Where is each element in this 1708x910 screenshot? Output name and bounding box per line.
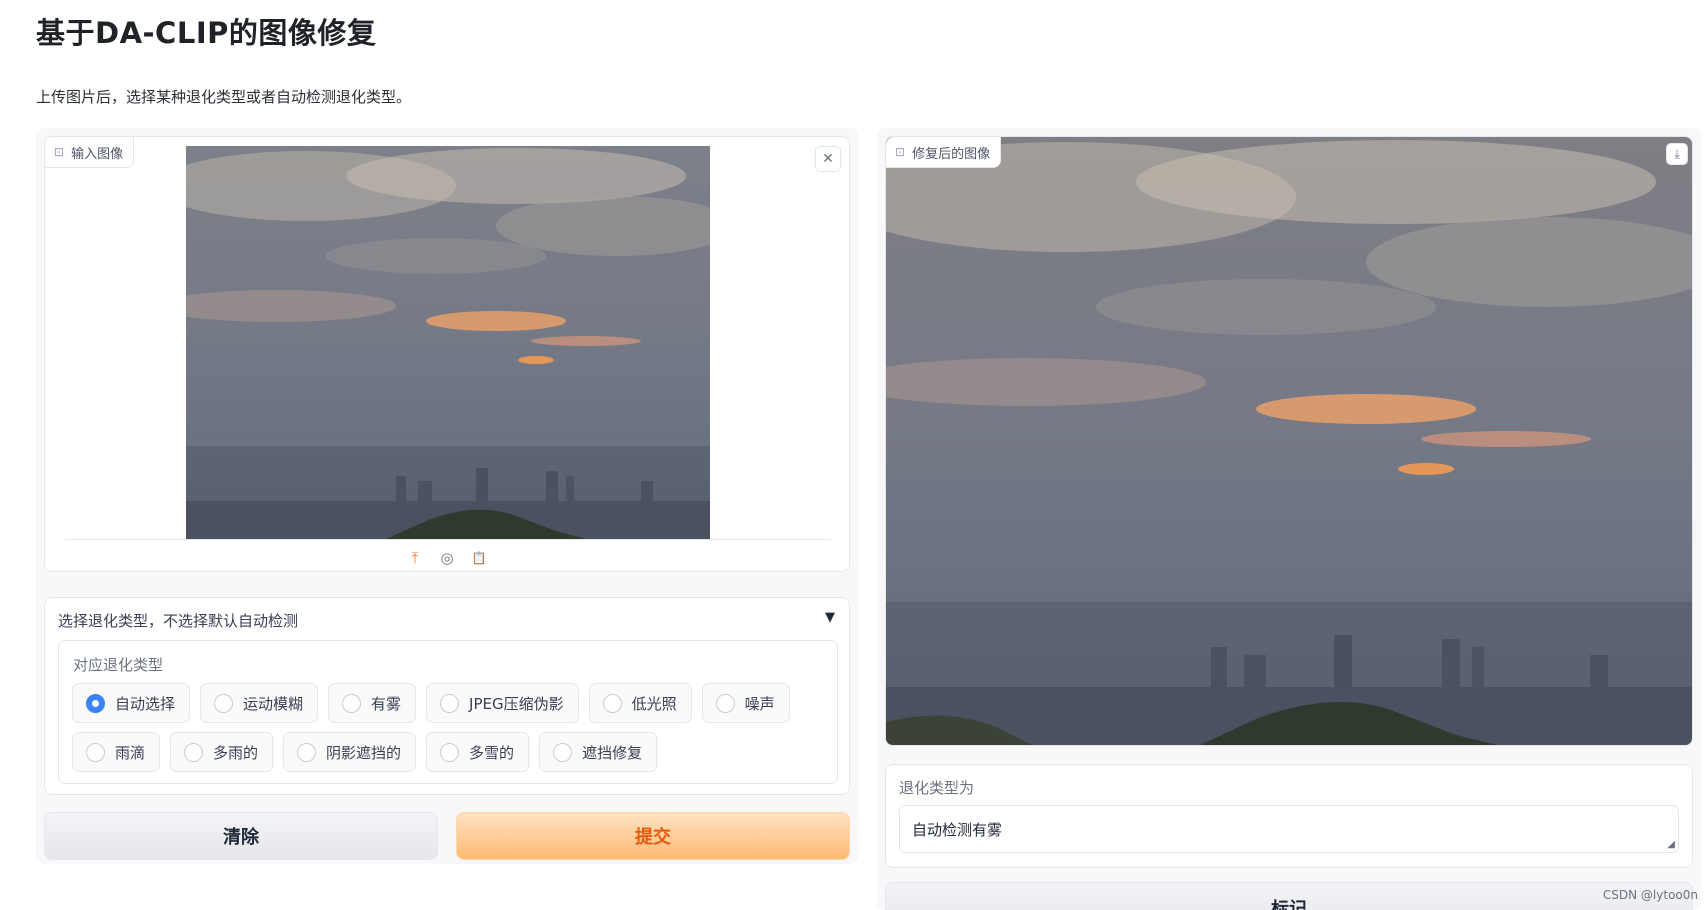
radio-row-1: 自动选择 运动模糊 有雾 JPEG压缩伪影 低光照 噪声: [72, 683, 790, 723]
input-image: [186, 146, 710, 539]
radio-option-jpeg[interactable]: JPEG压缩伪影: [426, 683, 579, 723]
degradation-accordion: 选择退化类型，不选择默认自动检测 ▼ 对应退化类型 自动选择 运动模糊 有雾 J…: [44, 597, 850, 795]
result-textbox[interactable]: 自动检测有雾 ◢: [899, 805, 1679, 853]
output-column: ⊡ 修复后的图像 ⤓ 退化类型为 自动检测有雾 ◢ 标记: [877, 128, 1701, 910]
input-column: ⊡ 输入图像 ✕ ⤒ ◎ 📋 选择退化类型，不选择默认自动检测 ▼ 对应退化类型…: [36, 128, 858, 864]
radio-option-label: 遮挡修复: [582, 743, 643, 762]
radio-icon[interactable]: [553, 742, 573, 762]
radio-option-label: 自动选择: [115, 694, 176, 713]
clipboard-icon[interactable]: 📋: [470, 549, 488, 567]
radio-option-label: 噪声: [744, 694, 775, 713]
radio-option-label: 雨滴: [115, 743, 146, 762]
radio-icon[interactable]: [184, 742, 204, 762]
output-image-label: ⊡ 修复后的图像: [886, 137, 1002, 168]
radio-icon[interactable]: [440, 693, 460, 713]
input-image-panel[interactable]: ⊡ 输入图像 ✕ ⤒ ◎ 📋: [44, 136, 850, 572]
degradation-radio-group: 对应退化类型 自动选择 运动模糊 有雾 JPEG压缩伪影 低光照 噪声 雨滴 多…: [58, 640, 838, 784]
result-panel: 退化类型为 自动检测有雾 ◢: [885, 764, 1693, 868]
radio-icon[interactable]: [86, 742, 105, 762]
radio-option-shadowed[interactable]: 阴影遮挡的: [283, 732, 417, 772]
accordion-header[interactable]: 选择退化类型，不选择默认自动检测: [58, 610, 298, 631]
radio-icon[interactable]: [342, 693, 362, 713]
radio-option-motion-blur[interactable]: 运动模糊: [200, 683, 319, 723]
radio-checked-icon[interactable]: [86, 693, 105, 713]
radio-icon[interactable]: [214, 693, 234, 713]
radio-option-label: 多雨的: [213, 743, 259, 762]
radio-icon[interactable]: [440, 742, 460, 762]
input-image-label-text: 输入图像: [71, 146, 124, 162]
output-image-label-text: 修复后的图像: [912, 146, 991, 162]
output-image-panel: ⊡ 修复后的图像 ⤓: [885, 136, 1693, 746]
webcam-icon[interactable]: ◎: [438, 549, 456, 567]
radio-option-auto[interactable]: 自动选择: [72, 683, 191, 723]
radio-option-label: 多雪的: [469, 743, 515, 762]
watermark: CSDN @lytoo0n: [1602, 888, 1698, 902]
page-title: 基于DA-CLIP的图像修复: [36, 16, 377, 50]
radio-option-snowy[interactable]: 多雪的: [426, 732, 530, 772]
download-button[interactable]: ⤓: [1666, 143, 1688, 165]
flag-button[interactable]: 标记: [885, 882, 1693, 910]
download-icon: ⤓: [1674, 146, 1680, 161]
image-divider: [65, 539, 831, 540]
close-icon: ✕: [822, 151, 834, 167]
result-label: 退化类型为: [899, 779, 975, 797]
output-image: [886, 137, 1692, 745]
page-description: 上传图片后，选择某种退化类型或者自动检测退化类型。: [36, 88, 412, 106]
radio-icon[interactable]: [297, 742, 317, 762]
radio-option-label: 运动模糊: [243, 694, 304, 713]
clear-button[interactable]: 清除: [44, 812, 438, 860]
result-value: 自动检测有雾: [912, 820, 1003, 839]
radio-option-label: JPEG压缩伪影: [469, 694, 564, 713]
radio-option-noise[interactable]: 噪声: [701, 683, 790, 723]
radio-group-label: 对应退化类型: [73, 656, 164, 674]
resize-grip-icon[interactable]: ◢: [1667, 839, 1675, 850]
collapse-arrow-icon[interactable]: ▼: [825, 610, 835, 625]
radio-option-rainy[interactable]: 多雨的: [170, 732, 274, 772]
radio-icon[interactable]: [602, 693, 622, 713]
upload-icon[interactable]: ⤒: [406, 549, 424, 567]
radio-option-label: 有雾: [371, 694, 402, 713]
submit-button[interactable]: 提交: [456, 812, 850, 860]
radio-icon[interactable]: [715, 693, 735, 713]
image-icon: ⊡: [54, 145, 65, 159]
image-source-toolbar: ⤒ ◎ 📋: [45, 549, 849, 567]
radio-option-low-light[interactable]: 低光照: [588, 683, 692, 723]
radio-option-raindrop[interactable]: 雨滴: [72, 732, 161, 772]
radio-option-hazy[interactable]: 有雾: [328, 683, 417, 723]
image-icon: ⊡: [895, 145, 906, 159]
clear-image-button[interactable]: ✕: [815, 146, 841, 172]
radio-row-2: 雨滴 多雨的 阴影遮挡的 多雪的 遮挡修复: [72, 732, 658, 772]
radio-option-label: 低光照: [631, 694, 677, 713]
radio-option-inpainting[interactable]: 遮挡修复: [539, 732, 658, 772]
radio-option-label: 阴影遮挡的: [326, 743, 402, 762]
input-image-label: ⊡ 输入图像: [45, 137, 135, 168]
